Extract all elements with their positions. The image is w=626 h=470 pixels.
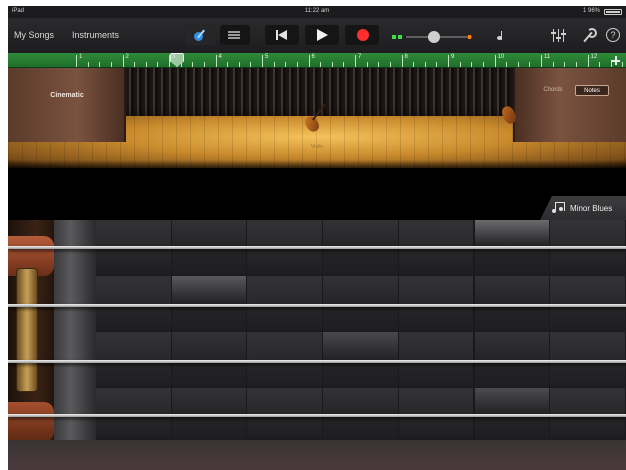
instrument-stage: Cinematic Chords Notes Violin — [8, 68, 626, 168]
tracks-icon — [228, 31, 240, 40]
bar-number: 6 — [311, 54, 315, 60]
bar-number: 4 — [218, 54, 222, 60]
bar-number: 2 — [125, 54, 129, 60]
bar-tick — [401, 55, 403, 67]
play-icon — [317, 29, 328, 41]
control-bar: My Songs Instruments ? — [8, 18, 626, 53]
bar-number: 3 — [172, 54, 176, 60]
record-button[interactable] — [345, 25, 379, 45]
bar-number: 12 — [590, 54, 598, 60]
bar-number: 10 — [497, 54, 505, 60]
bar-tick — [308, 55, 310, 67]
chords-mode-button[interactable]: Chords — [537, 85, 569, 96]
bar-tick — [541, 55, 542, 67]
instrument-head — [8, 220, 54, 440]
status-bar: iPad 11:22 am 1 96% — [8, 6, 626, 18]
bar-tick — [587, 55, 589, 67]
violin-icon[interactable] — [302, 102, 330, 136]
bar-number: 11 — [544, 54, 551, 60]
autoplay-label: Minor Blues — [570, 204, 613, 213]
bar-tick — [262, 55, 263, 67]
add-section-icon[interactable] — [611, 56, 620, 65]
bar-tick — [448, 55, 449, 67]
mode-switch-panel: Chords Notes — [513, 68, 626, 142]
bar-tick — [355, 55, 356, 67]
record-icon — [357, 29, 369, 41]
battery-icon — [604, 9, 622, 15]
bar-tick — [169, 55, 170, 67]
timeline-ruler[interactable]: 1 2 3 4 5 6 7 8 9 10 11 12 — [8, 53, 626, 68]
my-songs-button[interactable]: My Songs — [14, 30, 54, 40]
output-level-peak — [468, 35, 472, 39]
rewind-button[interactable] — [265, 25, 299, 45]
music-note-icon — [552, 202, 566, 214]
rewind-icon — [276, 30, 288, 40]
bar-number: 9 — [451, 54, 455, 60]
string-3[interactable] — [8, 360, 626, 363]
tracks-view-button[interactable] — [220, 25, 250, 45]
garageband-app: iPad 11:22 am 1 96% My Songs Instruments — [8, 6, 626, 470]
notes-mode-button[interactable]: Notes — [575, 85, 609, 96]
master-volume-slider[interactable] — [406, 31, 472, 43]
mixer-icon[interactable] — [551, 29, 566, 42]
bar-tick — [215, 55, 217, 67]
sound-preset-label: Cinematic — [50, 92, 84, 99]
help-icon[interactable]: ? — [606, 28, 620, 42]
string-fretboard[interactable] — [8, 220, 626, 440]
tailpiece-plate — [16, 268, 38, 392]
battery-percent: 1 96% — [582, 8, 600, 14]
guitar-icon — [194, 29, 206, 41]
bar-tick — [122, 55, 124, 67]
string-1[interactable] — [8, 246, 626, 249]
wrench-icon[interactable] — [582, 28, 597, 42]
nut-column — [54, 220, 96, 440]
autoplay-tab[interactable]: Minor Blues — [540, 196, 626, 220]
play-button[interactable] — [305, 25, 339, 45]
instrument-name: Violin — [310, 144, 324, 150]
volume-slider-knob[interactable] — [428, 31, 440, 43]
bottom-edge — [8, 440, 626, 470]
string-4[interactable] — [8, 414, 626, 417]
bar-number: 8 — [404, 54, 408, 60]
sound-preset-panel[interactable]: Cinematic — [8, 68, 126, 142]
input-level-meter — [392, 35, 406, 39]
clock: 11:22 am — [304, 8, 330, 14]
string-2[interactable] — [8, 304, 626, 307]
instruments-button[interactable]: Instruments — [72, 30, 119, 40]
bar-number: 5 — [265, 54, 269, 60]
metronome-icon[interactable] — [497, 31, 505, 41]
bar-number: 7 — [358, 54, 362, 60]
bar-tick — [494, 55, 496, 67]
instrument-view-button[interactable] — [186, 25, 216, 45]
bar-number: 1 — [79, 54, 83, 60]
bar-tick — [76, 55, 77, 67]
